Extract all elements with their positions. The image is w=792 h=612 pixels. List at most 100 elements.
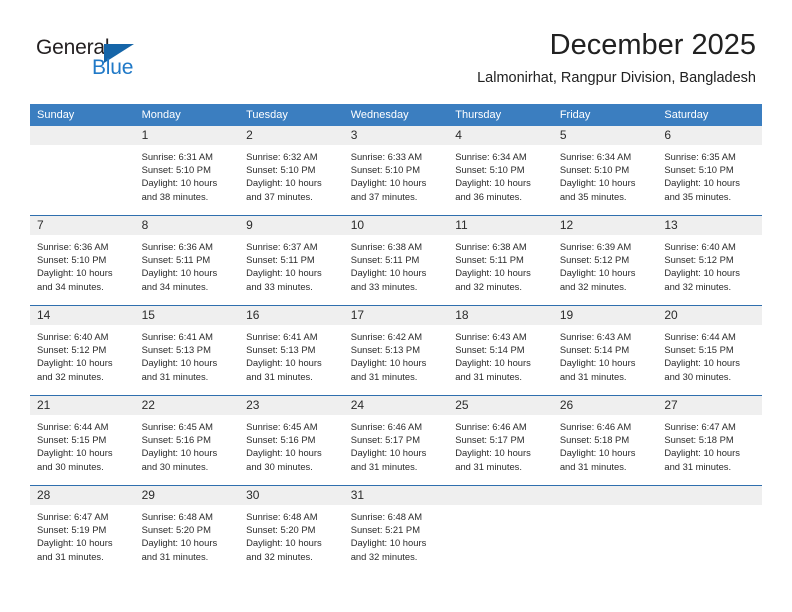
- calendar-day-cell[interactable]: 12 Sunrise: 6:39 AM Sunset: 5:12 PM Dayligh…: [552, 215, 658, 306]
- sunset-text: Sunset: 5:13 PM: [246, 344, 316, 356]
- calendar-day-cell[interactable]: 2 Sunrise: 6:32 AM Sunset: 5:10 PM Daylight…: [239, 126, 344, 216]
- daylight-text-line2: and 30 minutes.: [664, 370, 732, 382]
- weekday-header-monday: Monday: [134, 104, 240, 126]
- daylight-text-line2: and 32 minutes.: [350, 550, 418, 562]
- sunset-text: Sunset: 5:13 PM: [350, 344, 420, 356]
- daylight-text-line2: and 31 minutes.: [350, 460, 418, 472]
- daylight-text-line2: and 36 minutes.: [455, 190, 522, 202]
- calendar-day-cell[interactable]: [448, 485, 553, 575]
- daylight-text-line1: Daylight: 10 hours: [246, 447, 322, 459]
- sunset-text: Sunset: 5:19 PM: [37, 524, 107, 536]
- calendar-day-cell[interactable]: 27 Sunrise: 6:47 AM Sunset: 5:18 PM Dayligh…: [657, 395, 762, 486]
- day-number: 16: [239, 306, 344, 325]
- daylight-text-line2: and 31 minutes.: [455, 370, 522, 382]
- calendar-day-cell[interactable]: 29 Sunrise: 6:48 AM Sunset: 5:20 PM Dayligh…: [134, 485, 240, 575]
- calendar-day-cell[interactable]: 31 Sunrise: 6:48 AM Sunset: 5:21 PM Dayligh…: [343, 485, 449, 575]
- calendar-day-cell[interactable]: 9 Sunrise: 6:37 AM Sunset: 5:11 PM Daylight…: [239, 215, 344, 306]
- day-number: 7: [30, 216, 135, 235]
- calendar-day-cell[interactable]: 16 Sunrise: 6:41 AM Sunset: 5:13 PM Dayligh…: [239, 305, 344, 396]
- calendar-day-cell[interactable]: 26 Sunrise: 6:46 AM Sunset: 5:18 PM Dayligh…: [552, 395, 658, 486]
- daylight-text-line2: and 31 minutes.: [559, 460, 627, 472]
- day-sun-info: Sunrise: 6:41 AM Sunset: 5:13 PM Daylight:…: [135, 325, 240, 383]
- day-number: 23: [239, 396, 344, 415]
- day-sun-info: Sunrise: 6:39 AM Sunset: 5:12 PM Daylight:…: [553, 235, 658, 293]
- day-number: 4: [448, 126, 553, 145]
- day-number: [552, 486, 658, 505]
- calendar-day-cell[interactable]: 30 Sunrise: 6:48 AM Sunset: 5:20 PM Dayligh…: [239, 485, 344, 575]
- daylight-text-line1: Daylight: 10 hours: [664, 357, 740, 369]
- daylight-text-line1: Daylight: 10 hours: [37, 267, 113, 279]
- weekday-header-saturday: Saturday: [657, 104, 762, 126]
- weekday-header-thursday: Thursday: [448, 104, 553, 126]
- calendar-day-cell[interactable]: 1 Sunrise: 6:31 AM Sunset: 5:10 PM Daylight…: [134, 126, 240, 216]
- calendar-day-cell[interactable]: 24 Sunrise: 6:46 AM Sunset: 5:17 PM Dayligh…: [343, 395, 449, 486]
- sunrise-text: Sunrise: 6:39 AM: [559, 241, 632, 252]
- daylight-text-line1: Daylight: 10 hours: [246, 177, 322, 189]
- calendar-week-row: 21 Sunrise: 6:44 AM Sunset: 5:15 PM Dayligh…: [30, 395, 762, 486]
- calendar-week-row: 1 Sunrise: 6:31 AM Sunset: 5:10 PM Daylight…: [30, 126, 762, 216]
- calendar-day-cell[interactable]: 6 Sunrise: 6:35 AM Sunset: 5:10 PM Daylight…: [657, 126, 762, 216]
- day-sun-info: Sunrise: 6:42 AM Sunset: 5:13 PM Daylight:…: [344, 325, 449, 383]
- calendar-day-cell[interactable]: [30, 126, 135, 216]
- sunrise-text: Sunrise: 6:40 AM: [664, 241, 736, 252]
- calendar-day-cell[interactable]: 28 Sunrise: 6:47 AM Sunset: 5:19 PM Dayligh…: [30, 485, 135, 575]
- sunset-text: Sunset: 5:18 PM: [664, 434, 734, 446]
- calendar-day-cell[interactable]: 11 Sunrise: 6:38 AM Sunset: 5:11 PM Dayligh…: [448, 215, 553, 306]
- sunset-text: Sunset: 5:11 PM: [246, 254, 315, 266]
- day-number: 1: [134, 126, 240, 145]
- sunset-text: Sunset: 5:16 PM: [141, 434, 211, 446]
- daylight-text-line2: and 31 minutes.: [559, 370, 627, 382]
- sunrise-text: Sunrise: 6:34 AM: [559, 151, 632, 162]
- day-sun-info: Sunrise: 6:46 AM Sunset: 5:17 PM Daylight:…: [344, 415, 449, 473]
- sunrise-text: Sunrise: 6:41 AM: [246, 331, 318, 342]
- calendar-day-cell[interactable]: 14 Sunrise: 6:40 AM Sunset: 5:12 PM Dayligh…: [30, 305, 135, 396]
- day-number: 20: [657, 306, 762, 325]
- general-blue-logo[interactable]: General Blue: [36, 36, 186, 88]
- calendar-day-cell[interactable]: 7 Sunrise: 6:36 AM Sunset: 5:10 PM Daylight…: [30, 215, 135, 306]
- day-cell-content: 10 Sunrise: 6:38 AM Sunset: 5:11 PM Dayligh…: [343, 216, 449, 305]
- sunset-text: Sunset: 5:10 PM: [664, 164, 734, 176]
- sunset-text: Sunset: 5:16 PM: [246, 434, 316, 446]
- title-block: December 2025 Lalmonirhat, Rangpur Divis…: [477, 28, 756, 88]
- calendar-day-cell[interactable]: 15 Sunrise: 6:41 AM Sunset: 5:13 PM Dayligh…: [134, 305, 240, 396]
- calendar-day-cell[interactable]: 22 Sunrise: 6:45 AM Sunset: 5:16 PM Dayligh…: [134, 395, 240, 486]
- calendar-day-cell[interactable]: 20 Sunrise: 6:44 AM Sunset: 5:15 PM Dayligh…: [657, 305, 762, 396]
- day-cell-content: 30 Sunrise: 6:48 AM Sunset: 5:20 PM Dayligh…: [239, 486, 344, 575]
- sunset-text: Sunset: 5:12 PM: [37, 344, 107, 356]
- calendar-day-cell[interactable]: 3 Sunrise: 6:33 AM Sunset: 5:10 PM Daylight…: [343, 126, 449, 216]
- sunset-text: Sunset: 5:10 PM: [455, 164, 525, 176]
- calendar-day-cell[interactable]: 23 Sunrise: 6:45 AM Sunset: 5:16 PM Dayligh…: [239, 395, 344, 486]
- calendar-day-cell[interactable]: 5 Sunrise: 6:34 AM Sunset: 5:10 PM Daylight…: [552, 126, 658, 216]
- daylight-text-line1: Daylight: 10 hours: [664, 177, 740, 189]
- day-cell-content: 15 Sunrise: 6:41 AM Sunset: 5:13 PM Dayligh…: [134, 306, 240, 395]
- calendar-day-cell[interactable]: 8 Sunrise: 6:36 AM Sunset: 5:11 PM Daylight…: [134, 215, 240, 306]
- calendar-day-cell[interactable]: 4 Sunrise: 6:34 AM Sunset: 5:10 PM Daylight…: [448, 126, 553, 216]
- day-number: 15: [134, 306, 240, 325]
- calendar-day-cell[interactable]: [552, 485, 658, 575]
- calendar-day-cell[interactable]: 19 Sunrise: 6:43 AM Sunset: 5:14 PM Dayligh…: [552, 305, 658, 396]
- calendar-day-cell[interactable]: 21 Sunrise: 6:44 AM Sunset: 5:15 PM Dayligh…: [30, 395, 135, 486]
- day-cell-content: [552, 486, 658, 575]
- calendar-day-cell[interactable]: 25 Sunrise: 6:46 AM Sunset: 5:17 PM Dayligh…: [448, 395, 553, 486]
- sunrise-text: Sunrise: 6:47 AM: [37, 511, 109, 522]
- calendar-day-cell[interactable]: 10 Sunrise: 6:38 AM Sunset: 5:11 PM Dayligh…: [343, 215, 449, 306]
- daylight-text-line2: and 35 minutes.: [664, 190, 732, 202]
- day-sun-info: Sunrise: 6:43 AM Sunset: 5:14 PM Daylight:…: [553, 325, 658, 383]
- day-sun-info: Sunrise: 6:47 AM Sunset: 5:19 PM Daylight:…: [30, 505, 135, 563]
- daylight-text-line2: and 31 minutes.: [350, 370, 418, 382]
- daylight-text-line1: Daylight: 10 hours: [37, 357, 113, 369]
- day-sun-info: Sunrise: 6:46 AM Sunset: 5:17 PM Daylight:…: [448, 415, 553, 473]
- day-sun-info: [657, 505, 762, 510]
- daylight-text-line1: Daylight: 10 hours: [455, 447, 531, 459]
- sunrise-text: Sunrise: 6:42 AM: [350, 331, 423, 342]
- sunset-text: Sunset: 5:12 PM: [559, 254, 630, 266]
- daylight-text-line2: and 32 minutes.: [455, 280, 522, 292]
- day-sun-info: [448, 505, 553, 510]
- calendar-day-cell[interactable]: 13 Sunrise: 6:40 AM Sunset: 5:12 PM Dayligh…: [657, 215, 762, 306]
- calendar-day-cell[interactable]: [657, 485, 762, 575]
- day-cell-content: 26 Sunrise: 6:46 AM Sunset: 5:18 PM Dayligh…: [552, 396, 658, 485]
- calendar-day-cell[interactable]: 18 Sunrise: 6:43 AM Sunset: 5:14 PM Dayligh…: [448, 305, 553, 396]
- sunrise-text: Sunrise: 6:37 AM: [246, 241, 318, 252]
- day-cell-content: 8 Sunrise: 6:36 AM Sunset: 5:11 PM Daylight…: [134, 216, 240, 305]
- calendar-day-cell[interactable]: 17 Sunrise: 6:42 AM Sunset: 5:13 PM Dayligh…: [343, 305, 449, 396]
